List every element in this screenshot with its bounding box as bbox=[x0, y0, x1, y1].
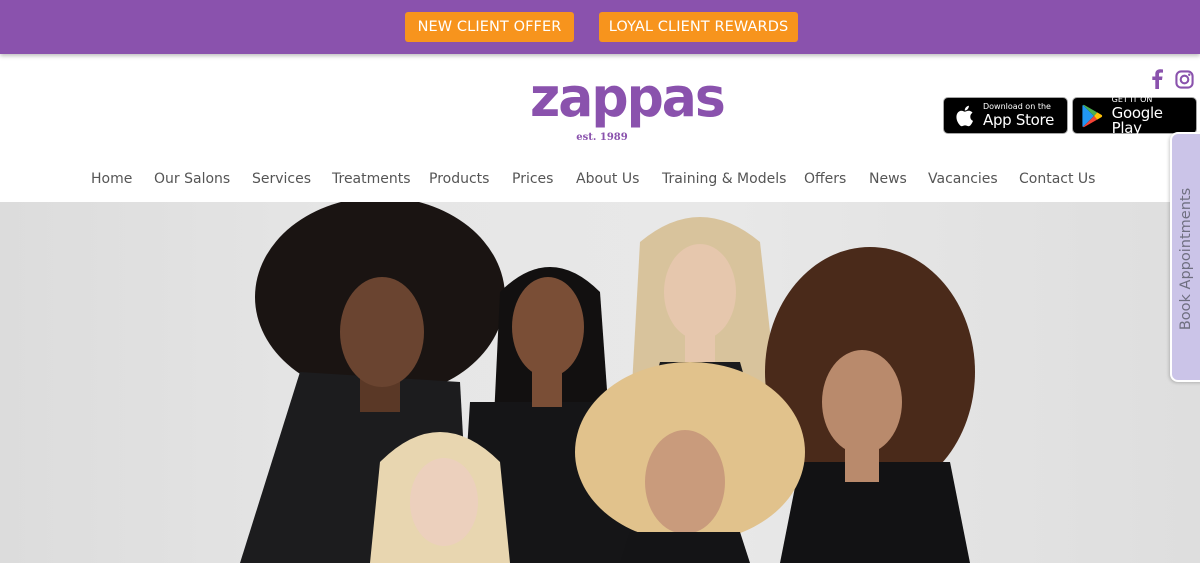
model-figure bbox=[765, 247, 975, 563]
nav-services[interactable]: Services bbox=[252, 171, 311, 187]
nav-home[interactable]: Home bbox=[91, 171, 132, 187]
nav-products[interactable]: Products bbox=[429, 171, 489, 187]
book-appointments-label: Book Appointments bbox=[1178, 187, 1194, 331]
nav-treatments[interactable]: Treatments bbox=[332, 171, 411, 187]
app-store-small-label: Download on the bbox=[983, 102, 1051, 111]
app-store-badge[interactable]: Download on the App Store bbox=[943, 97, 1068, 134]
nav-offers[interactable]: Offers bbox=[804, 171, 846, 187]
nav-our-salons[interactable]: Our Salons bbox=[154, 171, 230, 187]
logo-wordmark: zappas bbox=[530, 66, 726, 130]
nav-about-us[interactable]: About Us bbox=[576, 171, 639, 187]
google-play-small-label: GET IT ON bbox=[1111, 94, 1153, 104]
nav-contact-us[interactable]: Contact Us bbox=[1019, 171, 1095, 187]
book-appointments-tab[interactable]: Book Appointments bbox=[1170, 132, 1200, 382]
main-nav: Home Our Salons Services Treatments Prod… bbox=[0, 171, 1200, 191]
zappas-logo[interactable]: zappas est. 1989 bbox=[530, 66, 726, 150]
instagram-icon[interactable] bbox=[1173, 68, 1195, 90]
site-header: zappas est. 1989 Download on the App Sto… bbox=[0, 54, 1200, 202]
hero-image bbox=[0, 202, 1200, 563]
apple-icon bbox=[952, 104, 976, 128]
google-play-icon bbox=[1081, 104, 1105, 128]
facebook-icon[interactable] bbox=[1146, 68, 1168, 90]
nav-news[interactable]: News bbox=[869, 171, 907, 187]
app-store-label: App Store bbox=[983, 111, 1055, 129]
nav-prices[interactable]: Prices bbox=[512, 171, 553, 187]
google-play-badge[interactable]: GET IT ON Google Play bbox=[1072, 94, 1197, 137]
loyal-client-rewards-button[interactable]: LOYAL CLIENT REWARDS bbox=[599, 12, 798, 42]
logo-established: est. 1989 bbox=[576, 132, 628, 143]
nav-training-models[interactable]: Training & Models bbox=[662, 171, 786, 187]
google-play-label: Google Play bbox=[1111, 103, 1163, 137]
promo-bar: NEW CLIENT OFFER LOYAL CLIENT REWARDS bbox=[0, 0, 1200, 54]
new-client-offer-button[interactable]: NEW CLIENT OFFER bbox=[405, 12, 574, 42]
nav-vacancies[interactable]: Vacancies bbox=[928, 171, 998, 187]
